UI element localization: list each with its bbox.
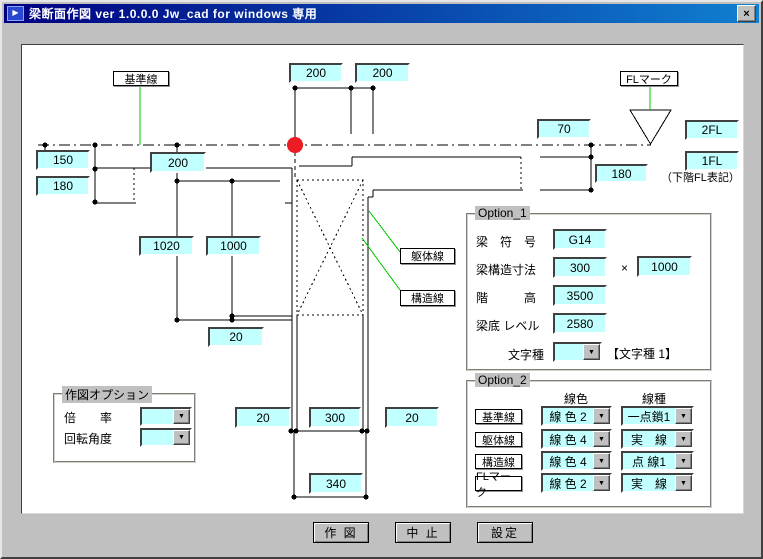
dim-input-200-top2[interactable]: 200 xyxy=(355,63,410,83)
char-type-note: 【文字種 1】 xyxy=(607,345,677,362)
option2-group: Option_2 線色 線種 基準線 線 色 2 ▼ 一点鎖1 ▼ 躯体線 線 … xyxy=(466,380,712,508)
dialog-window: ▶ 梁断面作図 ver 1.0.0.0 Jw_cad for windows 専… xyxy=(0,0,763,559)
chevron-down-icon[interactable]: ▼ xyxy=(173,409,190,424)
kozosen-type-dropdown[interactable]: 点 線1 ▼ xyxy=(621,451,694,471)
close-button[interactable]: × xyxy=(737,5,756,22)
dim-input-20-bottom-left[interactable]: 20 xyxy=(235,407,291,428)
dim-input-1000[interactable]: 1000 xyxy=(206,236,261,256)
chevron-down-icon[interactable]: ▼ xyxy=(675,453,692,469)
beam-bottom-level-label: 梁底 レベル xyxy=(476,317,539,334)
kutaisen-color-dropdown[interactable]: 線 色 4 ▼ xyxy=(541,429,612,449)
scale-dropdown[interactable]: ▼ xyxy=(140,407,192,426)
chevron-down-icon[interactable]: ▼ xyxy=(173,430,190,445)
beam-width-input[interactable]: 300 xyxy=(553,257,607,278)
scale-label: 倍 率 xyxy=(64,409,112,426)
dim-input-20-bottom-right[interactable]: 20 xyxy=(385,407,439,428)
kozosen-type-value: 点 線1 xyxy=(623,453,675,469)
dim-input-180-left[interactable]: 180 xyxy=(36,176,90,196)
dim-input-180-right[interactable]: 180 xyxy=(595,164,648,183)
draw-button[interactable]: 作 図 xyxy=(313,522,369,543)
beam-mark-label: 梁 符 号 xyxy=(476,233,536,250)
chevron-down-icon[interactable]: ▼ xyxy=(593,475,610,491)
flmark-type-dropdown[interactable]: 実 線 ▼ xyxy=(621,473,694,493)
lower-fl-note: （下階FL表記） xyxy=(661,169,740,185)
rotation-label: 回転角度 xyxy=(64,430,112,447)
beam-height-input[interactable]: 1000 xyxy=(637,256,692,277)
kozosen-tag: 構造線 xyxy=(400,290,455,306)
cancel-button[interactable]: 中 止 xyxy=(395,522,451,543)
draw-options-group: 作図オプション 倍 率 ▼ 回転角度 ▼ xyxy=(53,393,196,463)
beam-bottom-level-input[interactable]: 2580 xyxy=(553,313,607,334)
kijunsen-color-value: 線 色 2 xyxy=(543,408,593,424)
chevron-down-icon[interactable]: ▼ xyxy=(675,408,692,424)
chevron-down-icon[interactable]: ▼ xyxy=(593,453,610,469)
char-type-dropdown[interactable]: ▼ xyxy=(553,342,602,362)
rotation-value xyxy=(142,430,173,445)
dim-input-70-right[interactable]: 70 xyxy=(537,119,591,139)
dim-input-340-bottom[interactable]: 340 xyxy=(309,473,363,494)
app-icon: ▶ xyxy=(7,6,24,21)
dim-input-1020[interactable]: 1020 xyxy=(139,236,194,256)
kutaisen-type-value: 実 線 xyxy=(623,431,675,447)
settings-button[interactable]: 設定 xyxy=(477,522,533,543)
beam-size-separator: × xyxy=(621,261,628,275)
beam-size-label: 梁構造寸法 xyxy=(476,261,536,278)
option1-group: Option_1 梁 符 号 G14 梁構造寸法 300 × 1000 階 高 … xyxy=(466,213,712,371)
kijunsen-tag: 基準線 xyxy=(113,71,169,86)
chevron-down-icon[interactable]: ▼ xyxy=(675,475,692,491)
chevron-down-icon[interactable]: ▼ xyxy=(675,431,692,447)
row-flmark-tag: FLマーク xyxy=(475,476,522,491)
kijunsen-type-value: 一点鎖1 xyxy=(623,408,675,424)
floor-height-input[interactable]: 3500 xyxy=(553,285,607,306)
dim-input-200-left[interactable]: 200 xyxy=(150,152,206,173)
kijunsen-color-dropdown[interactable]: 線 色 2 ▼ xyxy=(541,406,612,426)
dim-input-200-top1[interactable]: 200 xyxy=(289,63,343,83)
title-bar[interactable]: ▶ 梁断面作図 ver 1.0.0.0 Jw_cad for windows 専… xyxy=(4,4,759,23)
option2-title: Option_2 xyxy=(475,373,530,387)
chevron-down-icon[interactable]: ▼ xyxy=(593,431,610,447)
flmark-color-dropdown[interactable]: 線 色 2 ▼ xyxy=(541,473,612,493)
kozosen-color-value: 線 色 4 xyxy=(543,453,593,469)
char-type-label: 文字種 xyxy=(508,346,544,363)
option1-title: Option_1 xyxy=(475,206,530,220)
fl1-input[interactable]: 1FL xyxy=(685,151,739,171)
fl-mark-triangle xyxy=(630,110,671,144)
drawing-preview-panel: 基準線 FLマーク 躯体線 構造線 （下階FL表記） 150 180 200 2… xyxy=(21,44,744,514)
fl2-input[interactable]: 2FL xyxy=(685,120,739,140)
kijunsen-type-dropdown[interactable]: 一点鎖1 ▼ xyxy=(621,406,694,426)
rotation-dropdown[interactable]: ▼ xyxy=(140,428,192,447)
window-title: 梁断面作図 ver 1.0.0.0 Jw_cad for windows 専用 xyxy=(29,5,317,22)
row-kutaisen-tag: 躯体線 xyxy=(475,432,522,447)
dim-input-150-left[interactable]: 150 xyxy=(36,150,90,170)
flmark-color-value: 線 色 2 xyxy=(543,475,593,491)
draw-options-title: 作図オプション xyxy=(62,386,152,403)
line-type-header: 線種 xyxy=(642,390,666,407)
flmark-type-value: 実 線 xyxy=(623,475,675,491)
dim-input-20-mid[interactable]: 20 xyxy=(208,327,264,347)
dim-input-300-bottom[interactable]: 300 xyxy=(309,407,361,428)
kutaisen-tag: 躯体線 xyxy=(400,248,455,264)
line-color-header: 線色 xyxy=(564,390,588,407)
kutaisen-color-value: 線 色 4 xyxy=(543,431,593,447)
reference-point-marker xyxy=(287,137,303,153)
beam-mark-input[interactable]: G14 xyxy=(553,229,607,250)
scale-value xyxy=(142,409,173,424)
kozosen-color-dropdown[interactable]: 線 色 4 ▼ xyxy=(541,451,612,471)
flmark-tag: FLマーク xyxy=(620,71,678,86)
kutaisen-type-dropdown[interactable]: 実 線 ▼ xyxy=(621,429,694,449)
chevron-down-icon[interactable]: ▼ xyxy=(583,344,600,360)
floor-height-label: 階 高 xyxy=(476,289,536,306)
row-kijunsen-tag: 基準線 xyxy=(475,409,522,424)
chevron-down-icon[interactable]: ▼ xyxy=(593,408,610,424)
char-type-value xyxy=(555,344,583,360)
